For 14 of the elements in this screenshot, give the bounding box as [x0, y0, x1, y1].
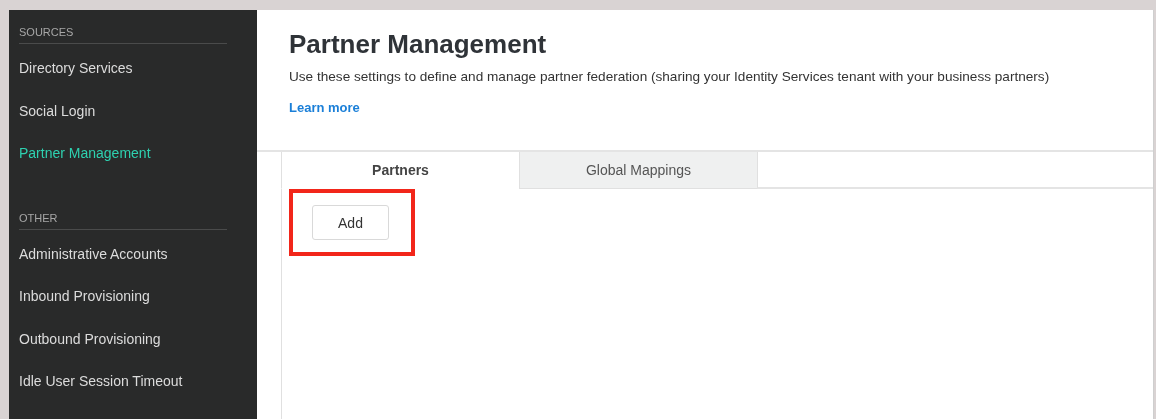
- learn-more-link[interactable]: Learn more: [289, 100, 360, 115]
- sidebar-item[interactable]: Idle User Session Timeout: [19, 373, 183, 390]
- page-title: Partner Management: [289, 28, 547, 60]
- sidebar-item[interactable]: Partner Management: [19, 145, 151, 162]
- add-button[interactable]: Add: [312, 205, 389, 240]
- page-description: Use these settings to define and manage partner federation (sharing your Identity Services tenant with your business partners): [289, 69, 1050, 84]
- sidebar-item[interactable]: Inbound Provisioning: [19, 288, 150, 305]
- sidebar-item[interactable]: Outbound Provisioning: [19, 330, 161, 348]
- sidebar-item[interactable]: Social Login: [19, 102, 96, 120]
- tab[interactable]: Global Mappings: [519, 152, 757, 189]
- sidebar-item[interactable]: Administrative Accounts: [19, 245, 168, 263]
- sidebar-item[interactable]: Directory Services: [19, 60, 133, 77]
- section-heading: SOURCES: [19, 26, 227, 44]
- section-heading: OTHER: [19, 211, 227, 230]
